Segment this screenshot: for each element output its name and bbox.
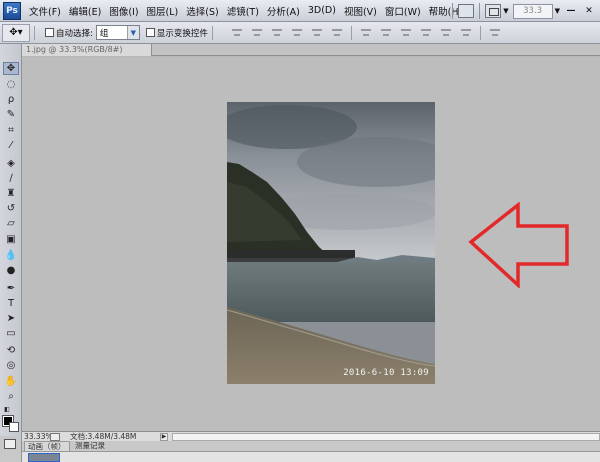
options-bar: ✥▾ 自动选择: 组 ▼ 显示变换控件 bbox=[0, 22, 600, 44]
auto-select-dropdown[interactable]: 组 ▼ bbox=[95, 25, 140, 40]
default-colors-icon[interactable]: ◧ bbox=[3, 405, 11, 413]
distribute-right-icon[interactable] bbox=[459, 27, 473, 39]
crop-tool-icon[interactable]: ⌗ bbox=[3, 124, 19, 137]
bottom-left-panel bbox=[0, 436, 22, 462]
document-tab-bar: 1.jpg @ 33.3%(RGB/8#) bbox=[22, 44, 600, 56]
toolbox: ✥ ◌ ρ ✎ ⌗ ⁄ ◈ ∕ ♜ ↺ ▱ ▣ 💧 ● ✒ T ➤ ▭ ⟲ ◎ … bbox=[0, 44, 22, 436]
dodge-tool-icon[interactable]: ● bbox=[3, 264, 19, 277]
quick-select-tool-icon[interactable]: ✎ bbox=[3, 108, 19, 121]
auto-select-checkbox[interactable] bbox=[45, 28, 54, 37]
align-hcenter-icon[interactable] bbox=[310, 27, 324, 39]
background-color-swatch[interactable] bbox=[9, 422, 19, 432]
distribute-top-icon[interactable] bbox=[359, 27, 373, 39]
gradient-tool-icon[interactable]: ▣ bbox=[3, 233, 19, 246]
menu-layer[interactable]: 图层(L) bbox=[143, 4, 183, 18]
path-selection-tool-icon[interactable]: ➤ bbox=[3, 312, 19, 325]
auto-select-label: 自动选择: bbox=[56, 28, 93, 39]
frame-thumbnail[interactable] bbox=[28, 453, 60, 462]
chevron-down-icon[interactable]: ▼ bbox=[555, 7, 560, 15]
menu-3d[interactable]: 3D(D) bbox=[304, 5, 340, 16]
status-bar: 33.33% 文档:3.48M/3.48M ▶ bbox=[22, 431, 600, 441]
3d-rotate-tool-icon[interactable]: ⟲ bbox=[3, 344, 19, 357]
red-arrow-annotation bbox=[468, 202, 569, 288]
hand-tool-icon[interactable]: ✋ bbox=[3, 375, 19, 388]
panel-icon[interactable] bbox=[4, 439, 16, 449]
close-icon[interactable]: ✕ bbox=[582, 4, 596, 18]
menu-edit[interactable]: 编辑(E) bbox=[65, 4, 105, 18]
screen-mode-icon[interactable] bbox=[485, 4, 502, 18]
chevron-down-icon[interactable]: ▼ bbox=[503, 7, 508, 15]
document-tab[interactable]: 1.jpg @ 33.3%(RGB/8#) bbox=[22, 44, 152, 56]
menu-bar-right: ▼ 33.3 ▼ — ✕ bbox=[449, 0, 600, 22]
distribute-left-icon[interactable] bbox=[419, 27, 433, 39]
bridge-icon[interactable] bbox=[458, 4, 475, 18]
move-tool-icon[interactable]: ✥ bbox=[3, 62, 19, 75]
zoom-level-field[interactable]: 33.3 bbox=[512, 3, 553, 19]
status-menu-arrow-icon[interactable]: ▶ bbox=[160, 432, 168, 441]
align-top-icon[interactable] bbox=[230, 27, 244, 39]
divider bbox=[34, 25, 35, 40]
show-transform-label: 显示变换控件 bbox=[156, 28, 208, 39]
divider bbox=[479, 25, 481, 40]
type-tool-icon[interactable]: T bbox=[3, 297, 19, 310]
align-left-icon[interactable] bbox=[290, 27, 304, 39]
menu-file[interactable]: 文件(F) bbox=[25, 4, 65, 18]
beach-photo bbox=[227, 102, 435, 384]
menu-view[interactable]: 视图(V) bbox=[340, 4, 381, 18]
shape-tool-icon[interactable]: ▭ bbox=[3, 327, 19, 340]
distribute-bottom-icon[interactable] bbox=[399, 27, 413, 39]
history-brush-tool-icon[interactable]: ↺ bbox=[3, 202, 19, 215]
chevron-down-icon: ▼ bbox=[126, 26, 139, 39]
healing-brush-tool-icon[interactable]: ◈ bbox=[3, 157, 19, 170]
status-zoom[interactable]: 33.33% bbox=[22, 432, 53, 441]
pen-tool-icon[interactable]: ✒ bbox=[3, 282, 19, 295]
blur-tool-icon[interactable]: 💧 bbox=[3, 249, 19, 262]
move-tool-preset-icon[interactable]: ✥▾ bbox=[2, 23, 30, 42]
marquee-tool-icon[interactable]: ◌ bbox=[3, 78, 19, 91]
divider bbox=[211, 25, 213, 40]
tab-measurement-log[interactable]: 测量记录 bbox=[72, 441, 108, 451]
eraser-tool-icon[interactable]: ▱ bbox=[3, 217, 19, 230]
photoshop-logo[interactable]: Ps bbox=[3, 1, 21, 20]
distribute-vcenter-icon[interactable] bbox=[379, 27, 393, 39]
brush-tool-icon[interactable]: ∕ bbox=[3, 172, 19, 185]
divider bbox=[452, 3, 454, 19]
lasso-tool-icon[interactable]: ρ bbox=[3, 93, 19, 106]
divider bbox=[350, 25, 352, 40]
auto-select-value: 组 bbox=[99, 28, 109, 39]
animation-frames bbox=[22, 451, 600, 462]
animation-panel: 动画（帧） 测量记录 bbox=[22, 441, 600, 462]
zoom-tool-icon[interactable]: ⌕ bbox=[3, 390, 19, 403]
auto-align-icon[interactable] bbox=[488, 27, 502, 39]
divider bbox=[479, 3, 481, 19]
menu-image[interactable]: 图像(I) bbox=[105, 4, 142, 18]
document-image[interactable]: 2016-6-10 13:09 bbox=[227, 102, 435, 384]
align-bottom-icon[interactable] bbox=[270, 27, 284, 39]
menu-select[interactable]: 选择(S) bbox=[182, 4, 222, 18]
3d-orbit-tool-icon[interactable]: ◎ bbox=[3, 359, 19, 372]
tab-animation[interactable]: 动画（帧） bbox=[24, 441, 70, 451]
horizontal-scrollbar[interactable] bbox=[172, 432, 600, 441]
align-buttons bbox=[227, 25, 505, 40]
menu-bar: Ps 文件(F) 编辑(E) 图像(I) 图层(L) 选择(S) 滤镜(T) 分… bbox=[0, 0, 600, 22]
photo-timestamp: 2016-6-10 13:09 bbox=[343, 368, 429, 378]
distribute-hcenter-icon[interactable] bbox=[439, 27, 453, 39]
eyedropper-tool-icon[interactable]: ⁄ bbox=[3, 139, 19, 152]
show-transform-checkbox[interactable] bbox=[145, 28, 155, 37]
menu-window[interactable]: 窗口(W) bbox=[381, 4, 425, 18]
menu-analysis[interactable]: 分析(A) bbox=[263, 4, 304, 18]
align-right-icon[interactable] bbox=[330, 27, 344, 39]
align-vcenter-icon[interactable] bbox=[250, 27, 264, 39]
clone-stamp-tool-icon[interactable]: ♜ bbox=[3, 187, 19, 200]
minimize-icon[interactable]: — bbox=[564, 4, 578, 18]
status-preview-icon[interactable] bbox=[50, 432, 60, 441]
menu-filter[interactable]: 滤镜(T) bbox=[223, 4, 263, 18]
